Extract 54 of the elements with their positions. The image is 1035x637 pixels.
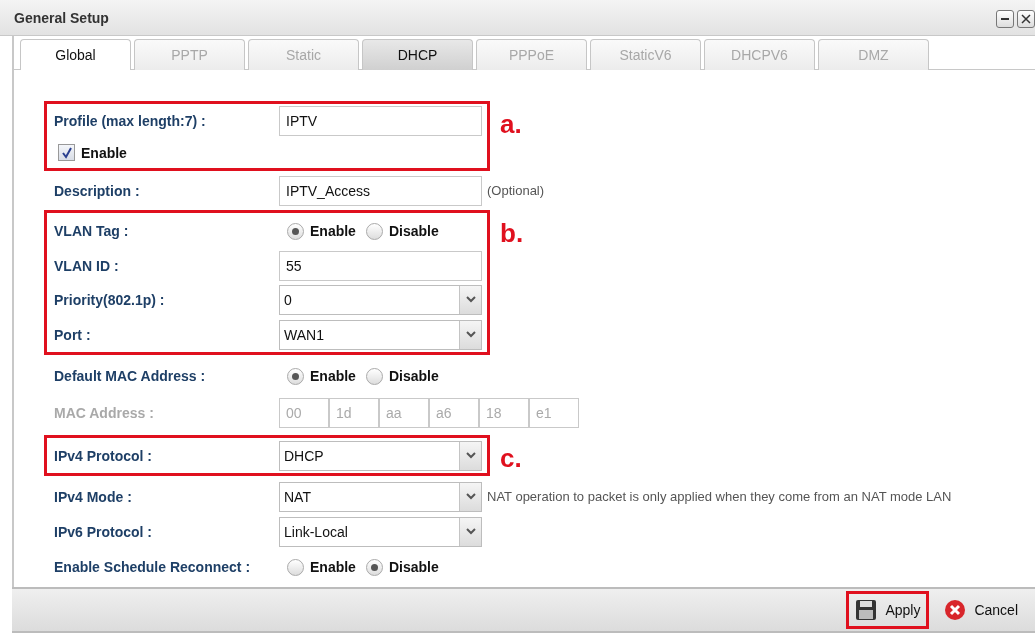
cancel-button[interactable]: Cancel [935, 591, 1027, 629]
chevron-down-icon [465, 331, 476, 338]
checkbox-label: Enable [81, 144, 127, 161]
field-label: Port : [54, 326, 92, 343]
field-label: Profile (max length:7) : [54, 112, 207, 129]
field-label: MAC Address : [54, 405, 155, 421]
field-label: IPv6 Protocol : [54, 523, 154, 540]
field-label: Enable Schedule Reconnect : [54, 559, 252, 575]
dropdown[interactable]: DHCP [279, 440, 482, 471]
close-icon [1021, 14, 1031, 24]
radio-label: Enable [310, 559, 356, 575]
dropdown[interactable]: NAT [279, 481, 482, 512]
field-label: Default MAC Address : [54, 368, 207, 384]
radio-button[interactable] [365, 222, 383, 240]
close-button[interactable] [1017, 10, 1035, 28]
checkbox[interactable] [58, 144, 75, 161]
radio-button[interactable] [287, 222, 304, 240]
annotation-letter: b. [500, 218, 524, 249]
text-field[interactable]: IPTV_Access [279, 175, 482, 206]
minimize-button[interactable] [996, 10, 1014, 28]
radio-label: Enable [310, 368, 356, 384]
apply-button[interactable]: Apply [846, 591, 930, 629]
radio-button[interactable] [287, 558, 304, 576]
radio-label: Enable [310, 223, 356, 239]
dropdown[interactable]: WAN1 [279, 319, 482, 350]
radio-button[interactable] [287, 367, 304, 385]
field-label: Priority(802.1p) : [54, 291, 166, 308]
field-label: Description : [54, 182, 141, 199]
field-note: NAT operation to packet is only applied when they come from an NAT mode LAN [487, 489, 952, 504]
radio-button[interactable] [365, 367, 383, 385]
dropdown[interactable]: Link-Local [279, 516, 482, 547]
radio-label: Disable [388, 223, 439, 239]
minimize-icon [1001, 18, 1009, 20]
radio-button[interactable] [365, 558, 383, 576]
annotation-letter: a. [500, 109, 522, 140]
field-note: (Optional) [487, 183, 545, 198]
field-label: VLAN ID : [54, 257, 120, 274]
chevron-down-icon [465, 528, 476, 535]
field-label: IPv4 Protocol : [54, 447, 154, 464]
field-label: VLAN Tag : [54, 223, 130, 239]
chevron-down-icon [465, 493, 476, 500]
chevron-down-icon [465, 452, 476, 459]
window-title: General Setup [14, 9, 109, 26]
text-field[interactable]: IPTV [279, 105, 482, 136]
annotation-letter: c. [500, 443, 522, 474]
radio-label: Disable [388, 559, 439, 575]
close-icon [944, 599, 967, 621]
tab[interactable]: Global [20, 39, 131, 70]
dropdown[interactable]: 0 [279, 284, 482, 315]
field-label: IPv4 Mode : [54, 488, 133, 505]
text-field[interactable]: 55 [279, 250, 482, 281]
tab[interactable]: DHCP [362, 39, 473, 70]
chevron-down-icon [465, 296, 476, 303]
radio-label: Disable [388, 368, 439, 384]
